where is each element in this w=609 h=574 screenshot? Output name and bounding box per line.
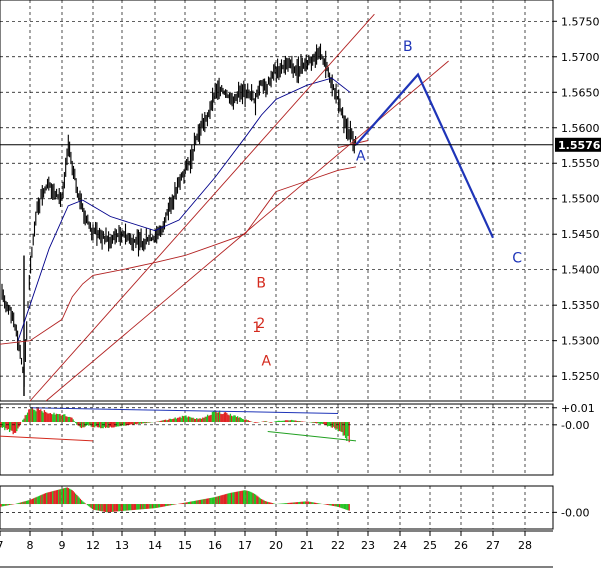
time-tick-label: 26 (454, 539, 468, 552)
wave-label-B: B (403, 39, 413, 55)
osc2-plot-area (0, 485, 554, 530)
osc1-divergence-line-1 (0, 435, 94, 442)
time-tick-label: 27 (486, 539, 500, 552)
price-tick-label: 1.5250 (561, 370, 600, 383)
time-tick-label: 25 (423, 539, 437, 552)
time-tick-label: 14 (148, 539, 162, 552)
price-tick-label: 1.5300 (561, 335, 600, 348)
time-tick-label: 22 (331, 539, 345, 552)
osc1-plot-area (0, 403, 554, 476)
time-tick-label: 16 (208, 539, 222, 552)
time-tick-label: 15 (178, 539, 192, 552)
time-tick-label: 17 (238, 539, 252, 552)
time-axis: 7 8 9 12 13 14 15 16 17 20 21 22 23 24 25 26 27 28 (0, 530, 553, 568)
price-tick-label: 1.5450 (561, 228, 600, 241)
price-tick-label: 1.5650 (561, 86, 600, 99)
price-tick-label: 1.5350 (561, 299, 600, 312)
time-tick-label: 12 (86, 539, 100, 552)
price-tick-label: 1.5700 (561, 51, 600, 64)
price-tick-label: 1.5750 (561, 15, 600, 28)
price-tick-label: 1.5600 (561, 122, 600, 135)
time-tick-label: 24 (393, 539, 407, 552)
osc1-divergence-line-0 (29, 407, 339, 414)
time-tick-label: 7 (0, 539, 4, 552)
wave-label-C: C (512, 251, 522, 267)
price-tick-label: 1.5500 (561, 193, 600, 206)
time-tick-label: 23 (361, 539, 375, 552)
wave-label-A: A (262, 354, 272, 370)
oscillator-panel-2: -0.00 (0, 485, 589, 530)
current-price-label: 1.5576 (558, 139, 601, 152)
osc2-tick-label: -0.00 (561, 506, 589, 519)
price-tick-label: 1.5400 (561, 264, 600, 277)
time-tick-label: 13 (115, 539, 129, 552)
time-tick-label: 9 (59, 539, 66, 552)
price-panel: 1.5750 1.5700 1.5650 1.5600 1.5550 1.5500 1.54… (0, 0, 601, 402)
wave-label-2: 2 (256, 316, 265, 332)
osc1-tick-label: +0.01 (561, 402, 595, 415)
time-tick-label: 28 (518, 539, 532, 552)
wave-label-B: B (256, 275, 266, 291)
wave-label-A: A (356, 148, 366, 164)
time-tick-label: 21 (300, 539, 314, 552)
time-tick-label: 8 (27, 539, 34, 552)
oscillator-panel-1: +0.01 -0.00 (0, 402, 595, 476)
forex-chart: 1.5750 1.5700 1.5650 1.5600 1.5550 1.5500 1.54… (0, 0, 601, 568)
osc2-bars (0, 487, 350, 513)
price-tick-label: 1.5550 (561, 157, 600, 170)
osc1-tick-label: -0.00 (561, 419, 589, 432)
time-tick-label: 20 (269, 539, 283, 552)
